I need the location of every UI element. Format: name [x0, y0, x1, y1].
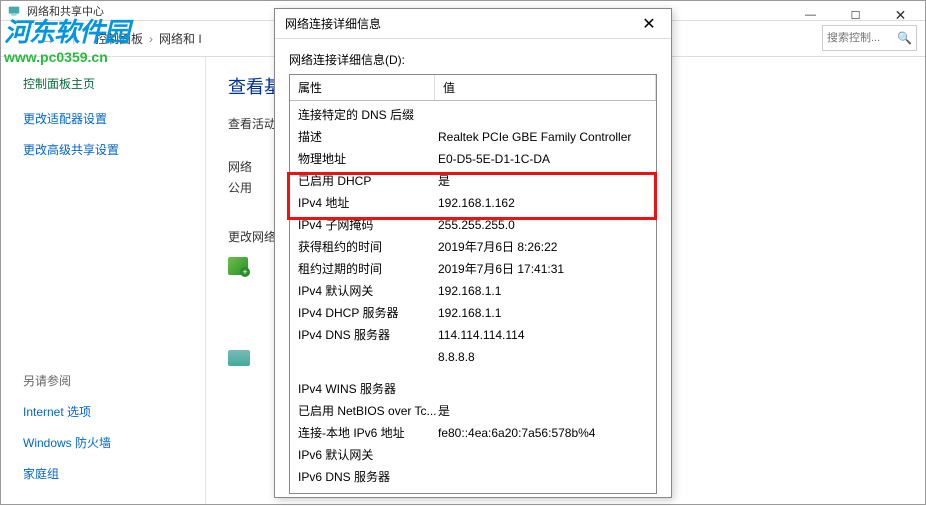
property-value — [438, 106, 648, 124]
table-row[interactable]: 连接-本地 IPv6 地址fe80::4ea:6a20:7a56:578b%4 — [290, 422, 656, 444]
property-name: 获得租约的时间 — [298, 238, 438, 256]
property-value: 2019年7月6日 8:26:22 — [438, 238, 648, 256]
property-value: 是 — [438, 402, 648, 420]
dialog-label: 网络连接详细信息(D): — [289, 51, 657, 68]
property-value: 192.168.1.1 — [438, 304, 648, 322]
breadcrumb-item[interactable]: 控制面板 — [95, 30, 143, 47]
nav-back-button[interactable]: ← — [11, 28, 33, 50]
property-value: Realtek PCIe GBE Family Controller — [438, 128, 648, 146]
property-value — [438, 468, 648, 486]
properties-table: 属性 值 连接特定的 DNS 后缀描述Realtek PCIe GBE Fami… — [289, 74, 657, 494]
property-value: 192.168.1.1 — [438, 282, 648, 300]
window-title: 网络和共享中心 — [27, 3, 104, 19]
search-input[interactable] — [827, 32, 897, 44]
property-value — [438, 446, 648, 464]
table-row[interactable]: 已启用 DHCP是 — [290, 170, 656, 192]
property-name: 物理地址 — [298, 150, 438, 168]
dialog-titlebar: 网络连接详细信息 ✕ — [275, 9, 671, 39]
property-name: IPv4 地址 — [298, 194, 438, 212]
property-value — [438, 380, 648, 398]
table-row[interactable]: IPv4 WINS 服务器 — [290, 378, 656, 400]
details-dialog: 网络连接详细信息 ✕ 网络连接详细信息(D): 属性 值 连接特定的 DNS 后… — [274, 8, 672, 498]
property-value: 192.168.1.162 — [438, 194, 648, 212]
table-row[interactable]: IPv6 DNS 服务器 — [290, 466, 656, 488]
sidebar-link-internet[interactable]: Internet 选项 — [23, 403, 193, 420]
breadcrumb-sep: › — [149, 32, 153, 46]
dialog-title: 网络连接详细信息 — [285, 15, 381, 32]
nav-up-button[interactable]: ↑ — [63, 28, 85, 50]
property-name: IPv4 WINS 服务器 — [298, 380, 438, 398]
property-value: E0-D5-5E-D1-1C-DA — [438, 150, 648, 168]
sidebar-also-label: 另请参阅 — [23, 372, 193, 389]
search-box[interactable]: 🔍 — [822, 25, 917, 51]
breadcrumb-item[interactable]: 网络和 I — [159, 30, 202, 47]
property-name: 租约过期的时间 — [298, 260, 438, 278]
property-value: 8.8.8.8 — [438, 348, 648, 366]
property-name: 已启用 NetBIOS over Tc... — [298, 402, 438, 420]
property-name: IPv4 DHCP 服务器 — [298, 304, 438, 322]
table-row[interactable]: 描述Realtek PCIe GBE Family Controller — [290, 126, 656, 148]
property-value: 114.114.114.114 — [438, 326, 648, 344]
property-name: 连接特定的 DNS 后缀 — [298, 106, 438, 124]
nav-forward-button[interactable]: → — [37, 28, 59, 50]
setup-connection-icon[interactable] — [228, 257, 248, 275]
table-row[interactable]: IPv4 子网掩码255.255.255.0 — [290, 214, 656, 236]
table-body: 连接特定的 DNS 后缀描述Realtek PCIe GBE Family Co… — [290, 101, 656, 491]
search-icon: 🔍 — [897, 31, 912, 45]
table-row[interactable]: 物理地址E0-D5-5E-D1-1C-DA — [290, 148, 656, 170]
table-row[interactable]: 8.8.8.8 — [290, 346, 656, 368]
property-name: IPv6 DNS 服务器 — [298, 468, 438, 486]
breadcrumb[interactable]: 控制面板 › 网络和 I — [95, 30, 202, 47]
table-row[interactable]: 已启用 NetBIOS over Tc...是 — [290, 400, 656, 422]
sidebar-link-firewall[interactable]: Windows 防火墙 — [23, 434, 193, 451]
property-name: 描述 — [298, 128, 438, 146]
property-name: IPv6 默认网关 — [298, 446, 438, 464]
header-property[interactable]: 属性 — [290, 75, 435, 100]
dialog-close-button[interactable]: ✕ — [629, 10, 669, 38]
property-name: IPv4 DNS 服务器 — [298, 326, 438, 344]
table-row[interactable]: IPv4 默认网关192.168.1.1 — [290, 280, 656, 302]
property-name: 已启用 DHCP — [298, 172, 438, 190]
property-value: fe80::4ea:6a20:7a56:578b%4 — [438, 424, 648, 442]
table-row[interactable]: IPv6 默认网关 — [290, 444, 656, 466]
table-row[interactable]: IPv4 DHCP 服务器192.168.1.1 — [290, 302, 656, 324]
property-name: IPv4 子网掩码 — [298, 216, 438, 234]
property-value: 2019年7月6日 17:41:31 — [438, 260, 648, 278]
property-value: 是 — [438, 172, 648, 190]
sidebar: 控制面板主页 更改适配器设置 更改高级共享设置 另请参阅 Internet 选项… — [1, 57, 206, 504]
table-row[interactable]: IPv4 DNS 服务器114.114.114.114 — [290, 324, 656, 346]
property-value: 255.255.255.0 — [438, 216, 648, 234]
property-name — [298, 348, 438, 366]
network-icon — [7, 4, 21, 18]
property-name: 连接-本地 IPv6 地址 — [298, 424, 438, 442]
troubleshoot-icon[interactable] — [228, 350, 250, 366]
table-row[interactable]: 连接特定的 DNS 后缀 — [290, 104, 656, 126]
property-name: IPv4 默认网关 — [298, 282, 438, 300]
table-row[interactable]: 获得租约的时间2019年7月6日 8:26:22 — [290, 236, 656, 258]
sidebar-link-sharing[interactable]: 更改高级共享设置 — [23, 141, 193, 158]
table-header: 属性 值 — [290, 75, 656, 101]
table-row[interactable]: 租约过期的时间2019年7月6日 17:41:31 — [290, 258, 656, 280]
table-row[interactable]: IPv4 地址192.168.1.162 — [290, 192, 656, 214]
sidebar-link-adapter[interactable]: 更改适配器设置 — [23, 110, 193, 127]
sidebar-link-homegroup[interactable]: 家庭组 — [23, 465, 193, 482]
header-value[interactable]: 值 — [435, 75, 656, 100]
sidebar-heading[interactable]: 控制面板主页 — [23, 75, 193, 92]
